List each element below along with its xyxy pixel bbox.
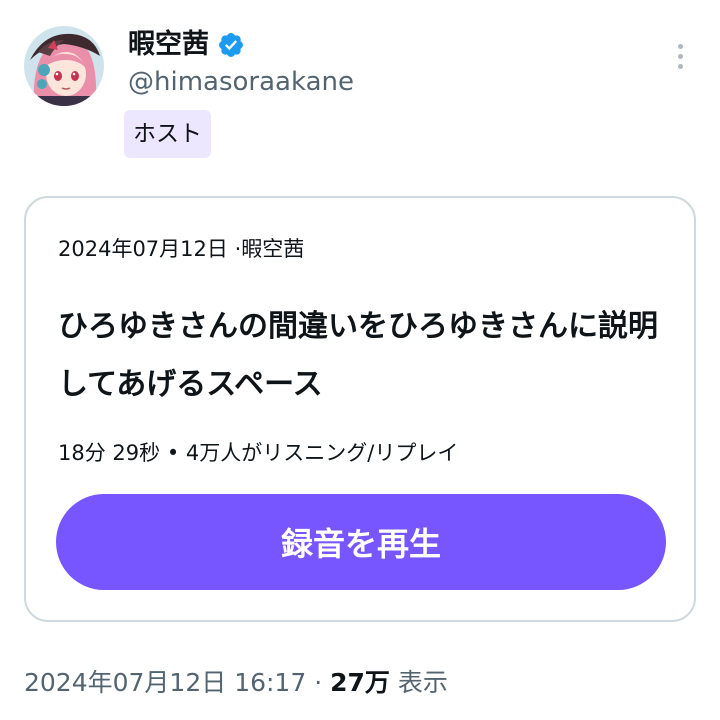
tweet-timestamp[interactable]: 2024年07月12日 16:17 — [24, 668, 306, 697]
space-host-name: 暇空茜 — [241, 237, 305, 261]
dot — [677, 43, 683, 49]
more-vertical-icon[interactable] — [664, 36, 696, 76]
display-name[interactable]: 暇空茜 — [128, 26, 209, 64]
space-meta: 2024年07月12日 ·暇空茜 — [58, 234, 304, 264]
space-listeners: 4万人がリスニング/リプレイ — [185, 441, 459, 465]
author-handle[interactable]: @himasoraakane — [128, 64, 354, 100]
author-name-row: 暇空茜 — [128, 26, 245, 64]
space-duration: 18分 29秒 — [58, 441, 161, 465]
avatar-image — [24, 26, 104, 106]
space-title: ひろゆきさんの間違いをひろゆきさんに説明してあげるスペース — [58, 309, 658, 402]
space-stats: 18分 29秒 • 4万人がリスニング/リプレイ — [58, 438, 458, 468]
space-card[interactable]: 2024年07月12日 ·暇空茜 ひろゆきさんの間違いをひろゆきさんに説明してあ… — [24, 196, 696, 622]
views-count: 27万 — [330, 668, 390, 697]
dot — [677, 53, 683, 59]
footer-separator: · — [314, 668, 323, 697]
space-date: 2024年07月12日 — [58, 237, 228, 261]
dot — [677, 63, 683, 69]
anime-avatar-icon[interactable] — [24, 26, 104, 106]
host-role-badge: ホスト — [124, 110, 211, 158]
tweet-footer: 2024年07月12日 16:17 · 27万 表示 — [24, 664, 448, 702]
tweet-page: 暇空茜 @himasoraakane ホスト 2024年07月12日 ·暇空茜 … — [0, 0, 720, 720]
play-recording-button[interactable]: 録音を再生 — [56, 494, 666, 590]
views-label: 表示 — [397, 668, 448, 697]
verified-badge-icon — [219, 33, 243, 57]
stats-separator: • — [166, 441, 180, 465]
